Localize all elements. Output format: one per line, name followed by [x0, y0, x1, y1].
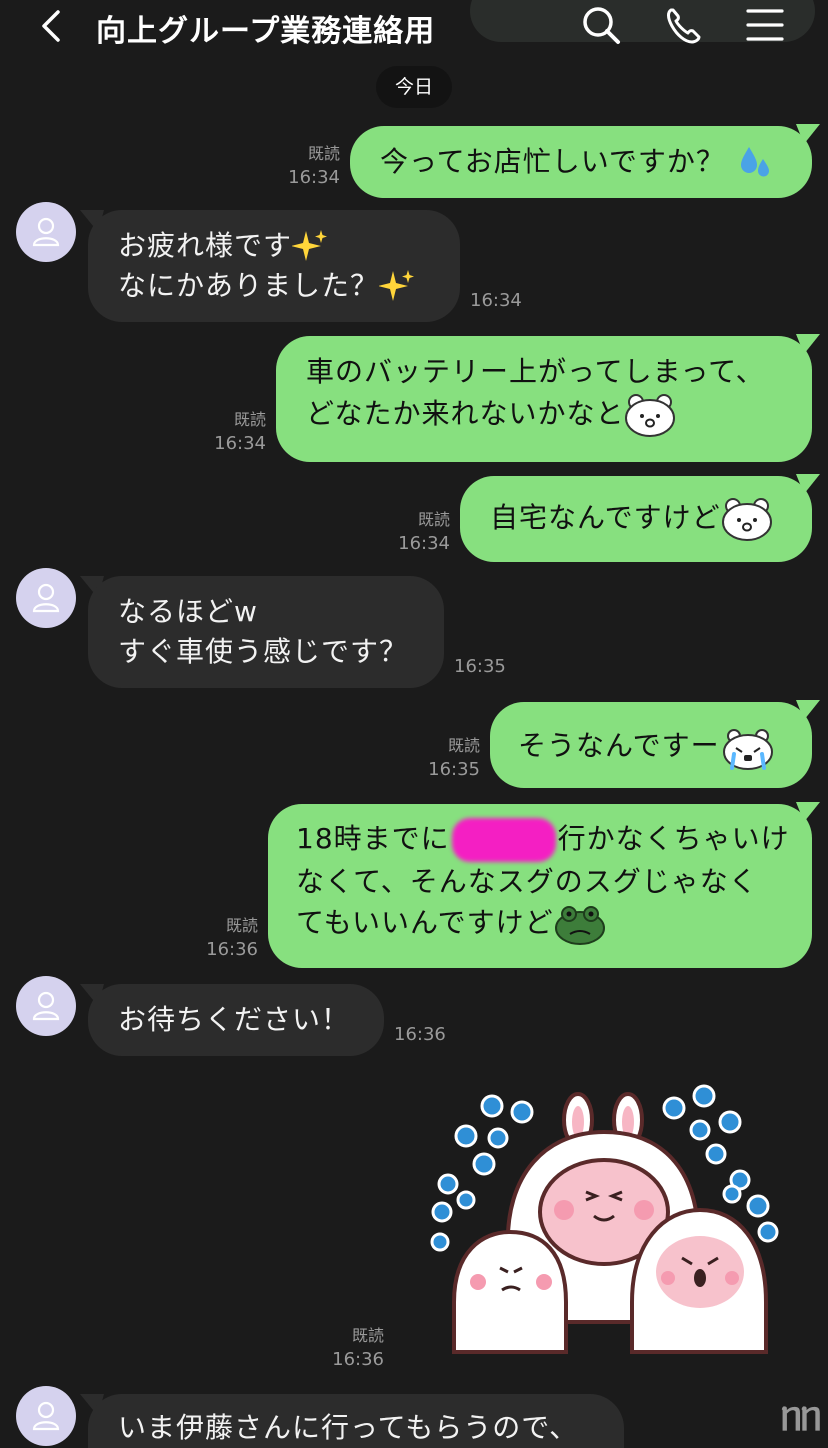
user-silhouette-icon	[32, 583, 60, 613]
frog-face-icon	[554, 906, 605, 945]
message-time: 16:35	[454, 656, 506, 677]
incoming-message-bubble[interactable]: お疲れ様です なにかありました？	[88, 210, 460, 322]
message-text: なるほどw	[118, 595, 258, 628]
avatar[interactable]	[16, 568, 76, 628]
incoming-message-bubble[interactable]: なるほどw すぐ車使う感じです？	[88, 576, 444, 688]
message-meta: 既読 16:36	[188, 914, 258, 962]
outgoing-message-bubble[interactable]: 今ってお店忙しいですか？	[350, 126, 812, 198]
message-text: 今ってお店忙しいですか？	[380, 145, 725, 178]
phone-icon[interactable]	[663, 4, 705, 46]
date-divider: 今日	[376, 66, 452, 108]
crying-rabbits-sticker[interactable]	[418, 1082, 788, 1362]
incoming-message-bubble[interactable]: いま伊藤さんに行ってもらうので、	[88, 1394, 624, 1448]
message-time: 16:34	[398, 533, 450, 554]
message-text: 自宅なんですけど	[490, 501, 721, 534]
message-meta: 既読 16:36	[314, 1324, 384, 1372]
message-text: すぐ車使う感じです？	[118, 635, 409, 668]
outgoing-message-bubble[interactable]: 18時までに 行かなくちゃいけ なくて、そんなスグのスグじゃなく てもいいんですけ…	[268, 804, 812, 968]
outgoing-message-bubble[interactable]: 自宅なんですけど	[460, 476, 812, 562]
back-arrow-icon[interactable]	[34, 6, 74, 46]
read-receipt: 既読	[417, 510, 450, 529]
message-meta: 既読 16:34	[380, 508, 450, 556]
outgoing-message-bubble[interactable]: 車のバッテリー上がってしまって、 どなたか来れないかなと	[276, 336, 812, 462]
crying-bear-icon	[722, 729, 773, 770]
avatar[interactable]	[16, 976, 76, 1036]
bubble-tail	[796, 700, 820, 720]
user-silhouette-icon	[32, 1401, 60, 1431]
message-text: 18時までに	[296, 822, 450, 855]
message-meta: 既読 16:35	[410, 734, 480, 782]
read-receipt: 既読	[307, 144, 340, 163]
bubble-tail	[796, 802, 820, 822]
message-text: いま伊藤さんに行ってもらうので、	[118, 1411, 579, 1444]
message-time: 16:34	[470, 290, 522, 311]
message-time: 16:34	[288, 167, 340, 188]
menu-icon[interactable]	[744, 4, 786, 46]
message-text: そうなんですー	[518, 729, 720, 762]
message-time: 16:36	[332, 1349, 384, 1370]
read-receipt: 既読	[351, 1326, 384, 1345]
message-time: 16:35	[428, 759, 480, 780]
message-text: 行かなくちゃいけ	[557, 822, 790, 855]
sparkles-icon	[379, 270, 415, 301]
message-time: 16:36	[206, 939, 258, 960]
message-meta: 既読 16:34	[196, 408, 266, 456]
bear-face-icon	[625, 394, 676, 437]
user-silhouette-icon	[32, 991, 60, 1021]
message-time: 16:36	[394, 1024, 446, 1045]
read-receipt: 既読	[233, 410, 266, 429]
avatar[interactable]	[16, 202, 76, 262]
chat-title: 向上グループ業務連絡用	[96, 14, 436, 49]
message-text: なにかありました？	[118, 269, 380, 302]
watermark-logo: ᥒᥒ	[780, 1394, 822, 1440]
read-receipt: 既読	[447, 736, 480, 755]
outgoing-message-bubble[interactable]: そうなんですー	[490, 702, 812, 788]
read-receipt: 既読	[225, 916, 258, 935]
message-text: どなたか来れないかなと	[306, 397, 625, 430]
sparkles-icon	[292, 230, 328, 261]
message-meta: 既読 16:34	[270, 142, 340, 190]
bubble-tail	[796, 124, 820, 144]
bubble-tail	[796, 334, 820, 354]
message-text: てもいいんですけど	[296, 906, 554, 939]
bubble-tail	[796, 474, 820, 494]
search-icon[interactable]	[580, 4, 622, 46]
chat-header: 向上グループ業務連絡用	[0, 0, 828, 52]
sweat-droplets-icon	[740, 147, 769, 177]
message-text: 車のバッテリー上がってしまって、	[306, 355, 765, 388]
message-text: お待ちください！	[118, 1003, 351, 1036]
bear-face-icon	[721, 498, 772, 541]
message-time: 16:34	[214, 433, 266, 454]
message-text: お疲れ様です	[118, 229, 293, 262]
user-silhouette-icon	[32, 217, 60, 247]
message-text: なくて、そんなスグのスグじゃなく	[296, 865, 758, 898]
incoming-message-bubble[interactable]: お待ちください！	[88, 984, 384, 1056]
avatar[interactable]	[16, 1386, 76, 1446]
redaction-mark	[451, 818, 556, 862]
